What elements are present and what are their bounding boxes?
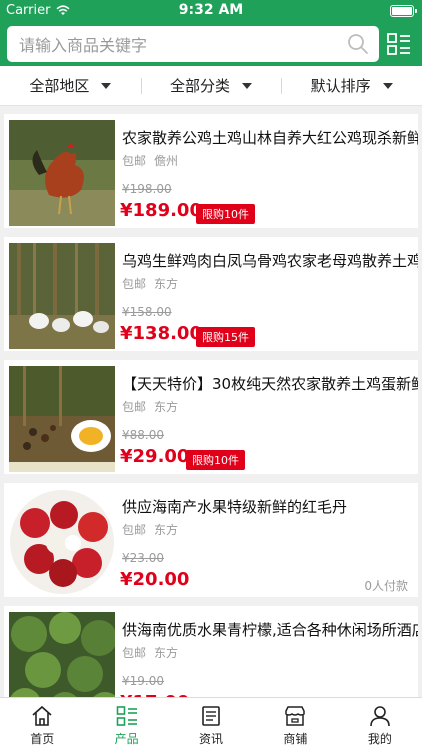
shop-icon bbox=[285, 706, 306, 726]
product-title: 乌鸡生鲜鸡肉白凤乌骨鸡农家老母鸡散养土鸡 bbox=[122, 252, 418, 270]
product-card[interactable]: 农家散养公鸡土鸡山林自养大红公鸡现杀新鲜 包邮 儋州 ¥198.00 ¥189.0… bbox=[4, 114, 418, 228]
product-meta: 包邮 东方 bbox=[122, 644, 178, 661]
product-meta: 包邮 东方 bbox=[122, 275, 178, 292]
shipping-label: 包邮 bbox=[122, 154, 147, 168]
search-input[interactable]: 请输入商品关键字 bbox=[7, 26, 379, 62]
location-label: 东方 bbox=[154, 523, 179, 537]
header: Carrier 9:32 AM 请输入商品关键字 bbox=[0, 0, 422, 66]
original-price: ¥88.00 bbox=[122, 428, 164, 442]
purchase-limit-badge: 限购10件 bbox=[186, 450, 245, 470]
status-time: 9:32 AM bbox=[178, 2, 244, 18]
search-placeholder: 请输入商品关键字 bbox=[19, 36, 148, 55]
tab-news-label: 资讯 bbox=[199, 732, 224, 746]
product-meta: 包邮 儋州 bbox=[122, 152, 178, 169]
product-image-rambutan bbox=[9, 489, 115, 595]
product-title: 农家散养公鸡土鸡山林自养大红公鸡现杀新鲜 bbox=[122, 129, 418, 147]
search-icon[interactable] bbox=[347, 33, 369, 55]
shipping-label: 包邮 bbox=[122, 400, 147, 414]
product-title: 供应海南产水果特级新鲜的红毛丹 bbox=[122, 498, 348, 516]
product-image-eggs bbox=[9, 366, 115, 472]
product-title: 【天天特价】30枚纯天然农家散养土鸡蛋新鲜 bbox=[122, 375, 418, 393]
original-price: ¥198.00 bbox=[122, 182, 172, 196]
filter-bar: 全部地区 全部分类 默认排序 bbox=[0, 66, 422, 106]
sale-price: ¥189.00 bbox=[120, 200, 202, 221]
tab-products[interactable]: 产品 bbox=[84, 698, 168, 750]
products-icon bbox=[116, 706, 137, 726]
filter-sort-label: 默认排序 bbox=[310, 77, 371, 95]
product-image-chickens bbox=[9, 243, 115, 349]
battery-icon bbox=[390, 5, 417, 17]
purchase-limit-badge: 限购15件 bbox=[196, 327, 255, 347]
chevron-down-icon bbox=[382, 82, 393, 89]
product-card[interactable]: 【天天特价】30枚纯天然农家散养土鸡蛋新鲜 包邮 东方 ¥88.00 ¥29.00… bbox=[4, 360, 418, 474]
tab-news[interactable]: 资讯 bbox=[169, 698, 253, 750]
tab-products-label: 产品 bbox=[114, 732, 139, 746]
sale-price: ¥20.00 bbox=[120, 569, 190, 590]
filter-region[interactable]: 全部地区 bbox=[0, 66, 141, 105]
tab-profile[interactable]: 我的 bbox=[338, 698, 422, 750]
purchase-limit-badge: 限购10件 bbox=[196, 204, 255, 224]
sold-count: 0人付款 bbox=[364, 579, 408, 593]
tab-bar: 首页 产品 资讯 商铺 我的 bbox=[0, 697, 422, 750]
location-label: 东方 bbox=[154, 400, 179, 414]
product-image-rooster bbox=[9, 120, 115, 226]
product-card[interactable]: 供应海南产水果特级新鲜的红毛丹 包邮 东方 ¥23.00 ¥20.00 0人付款 bbox=[4, 483, 418, 597]
news-icon bbox=[202, 706, 220, 726]
original-price: ¥19.00 bbox=[122, 674, 164, 688]
filter-sort[interactable]: 默认排序 bbox=[281, 66, 422, 105]
home-icon bbox=[32, 705, 52, 726]
tab-shops[interactable]: 商铺 bbox=[253, 698, 337, 750]
status-bar: Carrier 9:32 AM bbox=[0, 0, 422, 22]
product-card[interactable]: 乌鸡生鲜鸡肉白凤乌骨鸡农家老母鸡散养土鸡 包邮 东方 ¥158.00 ¥138.0… bbox=[4, 237, 418, 351]
tab-profile-label: 我的 bbox=[367, 732, 392, 746]
original-price: ¥23.00 bbox=[122, 551, 164, 565]
location-label: 东方 bbox=[154, 646, 179, 660]
chevron-down-icon bbox=[242, 82, 253, 89]
product-meta: 包邮 东方 bbox=[122, 521, 178, 538]
location-label: 儋州 bbox=[154, 154, 179, 168]
shipping-label: 包邮 bbox=[122, 646, 147, 660]
product-meta: 包邮 东方 bbox=[122, 398, 178, 415]
filter-category[interactable]: 全部分类 bbox=[140, 66, 282, 105]
filter-category-label: 全部分类 bbox=[170, 77, 231, 95]
filter-region-label: 全部地区 bbox=[29, 77, 90, 95]
location-label: 东方 bbox=[154, 277, 179, 291]
chevron-down-icon bbox=[101, 82, 112, 89]
category-menu-icon[interactable] bbox=[386, 31, 412, 57]
shipping-label: 包邮 bbox=[122, 277, 147, 291]
sale-price: ¥29.00 bbox=[120, 446, 190, 467]
sale-price: ¥138.00 bbox=[120, 323, 202, 344]
tab-home[interactable]: 首页 bbox=[0, 698, 84, 750]
original-price: ¥158.00 bbox=[122, 305, 172, 319]
product-title: 供海南优质水果青柠檬,适合各种休闲场所酒店 bbox=[122, 621, 418, 639]
user-icon bbox=[370, 706, 390, 727]
tab-home-label: 首页 bbox=[30, 732, 55, 746]
shipping-label: 包邮 bbox=[122, 523, 147, 537]
tab-shops-label: 商铺 bbox=[283, 732, 308, 746]
